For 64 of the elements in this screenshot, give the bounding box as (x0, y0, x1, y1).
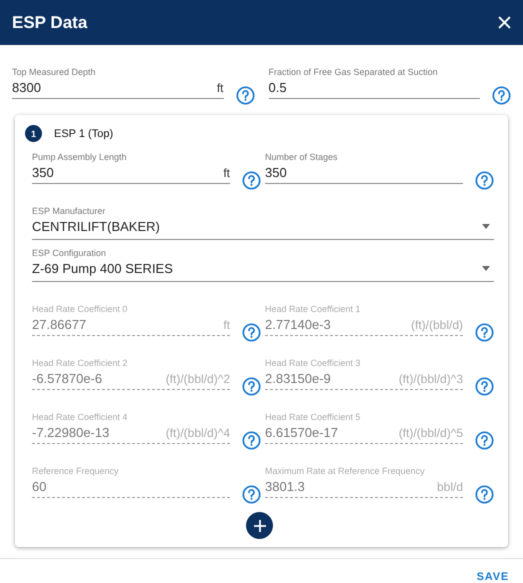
unit-label: (ft)/(bbl/d)^5 (398, 426, 463, 440)
help-icon[interactable] (242, 323, 261, 342)
field-value: 8300 (12, 80, 41, 95)
field-value: CENTRILIFT(BAKER) (32, 219, 160, 234)
field-label: Head Rate Coefficient 3 (265, 358, 362, 368)
field-value: 27.86677 (32, 317, 86, 332)
help-icon[interactable] (475, 431, 494, 450)
field-label: Fraction of Free Gas Separated at Suction (268, 67, 439, 77)
field-value: 6.61570e-17 (265, 425, 338, 440)
caret-icon (482, 224, 490, 229)
field-label: Number of Stages (265, 152, 339, 162)
field-value: 350 (265, 165, 287, 180)
input-field[interactable]: Top Measured Depth 8300 ft (12, 67, 224, 99)
unit-label: ft (223, 166, 230, 180)
field-value: -6.57870e-6 (32, 371, 102, 386)
add-button[interactable] (246, 512, 273, 539)
dropdown[interactable]: ESP Configuration Z-69 Pump 400 SERIES (32, 248, 494, 282)
help-icon[interactable] (492, 86, 511, 105)
section-title: ESP 1 (Top) (54, 128, 114, 140)
field-label: Maximum Rate at Reference Frequency (265, 466, 426, 476)
unit-label: (ft)/(bbl/d)^4 (166, 426, 230, 440)
field-label: Pump Assembly Length (32, 152, 128, 162)
plus-icon (254, 520, 266, 532)
field-value: 2.83150e-9 (265, 371, 331, 386)
help-icon[interactable] (475, 485, 494, 504)
field-label: Reference Frequency (32, 466, 120, 476)
input-field[interactable]: Pump Assembly Length 350 ft (32, 152, 230, 184)
help-icon[interactable] (475, 171, 494, 190)
unit-label: (ft)/(bbl/d)^3 (398, 372, 463, 386)
help-icon[interactable] (242, 377, 261, 396)
field-value: 60 (32, 479, 46, 494)
help-icon[interactable] (242, 485, 261, 504)
field-label: ESP Manufacturer (32, 206, 106, 216)
save-button[interactable]: SAVE (474, 567, 511, 583)
field-label: Head Rate Coefficient 2 (32, 358, 128, 368)
field-label: Head Rate Coefficient 5 (265, 412, 362, 422)
dropdown[interactable]: ESP Manufacturer CENTRILIFT(BAKER) (32, 206, 494, 240)
close-icon[interactable] (498, 16, 511, 29)
caret-icon (482, 266, 490, 271)
unit-label: (ft)/(bbl/d)^2 (166, 372, 230, 386)
help-icon[interactable] (242, 171, 261, 190)
field-value: 0.5 (268, 80, 287, 95)
field-label: ESP Configuration (32, 248, 107, 258)
unit-label: ft (223, 318, 230, 332)
unit-label: (ft)/(bbl/d) (410, 318, 463, 332)
help-icon[interactable] (242, 431, 261, 450)
field-label: Top Measured Depth (12, 67, 97, 77)
field-value: 3801.3 (265, 479, 305, 494)
unit-label: bbl/d (436, 480, 463, 494)
input-field[interactable]: Fraction of Free Gas Separated at Suction 0.5 (268, 67, 480, 99)
field-label: Head Rate Coefficient 1 (265, 304, 362, 314)
field-value: 350 (32, 165, 54, 180)
step-badge: 1 (25, 125, 42, 142)
field-label: Head Rate Coefficient 0 (32, 304, 128, 314)
field-value: Z-69 Pump 400 SERIES (32, 261, 173, 276)
help-icon[interactable] (475, 323, 494, 342)
input-field[interactable]: Number of Stages 350 (265, 152, 463, 184)
unit-label: ft (216, 81, 224, 95)
help-icon[interactable] (236, 86, 254, 105)
dialog-title: ESP Data (12, 12, 88, 32)
field-label: Head Rate Coefficient 4 (32, 412, 128, 422)
field-value: 2.77140e-3 (265, 317, 331, 332)
help-icon[interactable] (475, 377, 494, 396)
field-value: -7.22980e-13 (32, 425, 110, 440)
